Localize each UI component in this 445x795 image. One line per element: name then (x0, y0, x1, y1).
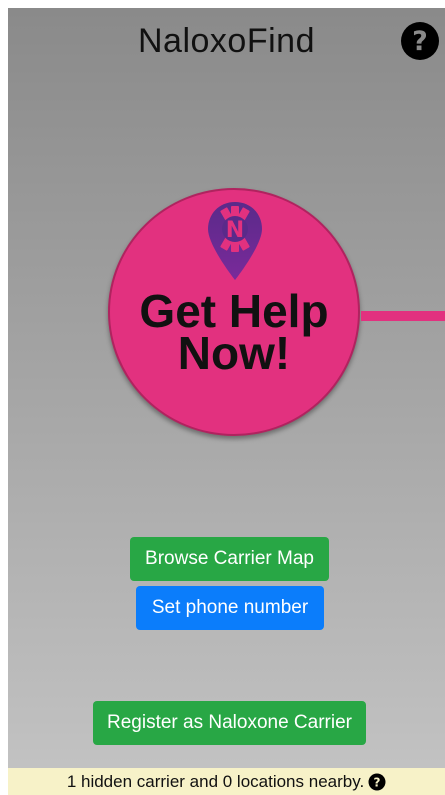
get-help-label: Get Help Now! (139, 285, 329, 379)
connector-line (361, 311, 445, 321)
question-circle-icon[interactable]: ? (400, 21, 440, 61)
svg-text:?: ? (412, 26, 428, 57)
main-area: NaloxoFind ? N Get Help Now! Browse Carr… (8, 8, 445, 768)
svg-text:?: ? (374, 775, 381, 789)
nearby-status-bar: 1 hidden carrier and 0 locations nearby.… (8, 768, 445, 795)
nearby-status-text: 1 hidden carrier and 0 locations nearby. (66, 772, 365, 791)
browse-carrier-map-button[interactable]: Browse Carrier Map (130, 537, 329, 581)
get-help-now-button[interactable]: N Get Help Now! (108, 188, 360, 436)
naloxone-pin-icon: N (206, 200, 264, 282)
app-title: NaloxoFind (138, 22, 315, 60)
register-carrier-button[interactable]: Register as Naloxone Carrier (93, 701, 366, 745)
set-phone-number-button[interactable]: Set phone number (136, 586, 324, 630)
app-screen: NaloxoFind ? N Get Help Now! Browse Carr… (0, 0, 445, 795)
svg-text:N: N (226, 218, 244, 243)
question-circle-icon[interactable]: ? (368, 772, 386, 791)
